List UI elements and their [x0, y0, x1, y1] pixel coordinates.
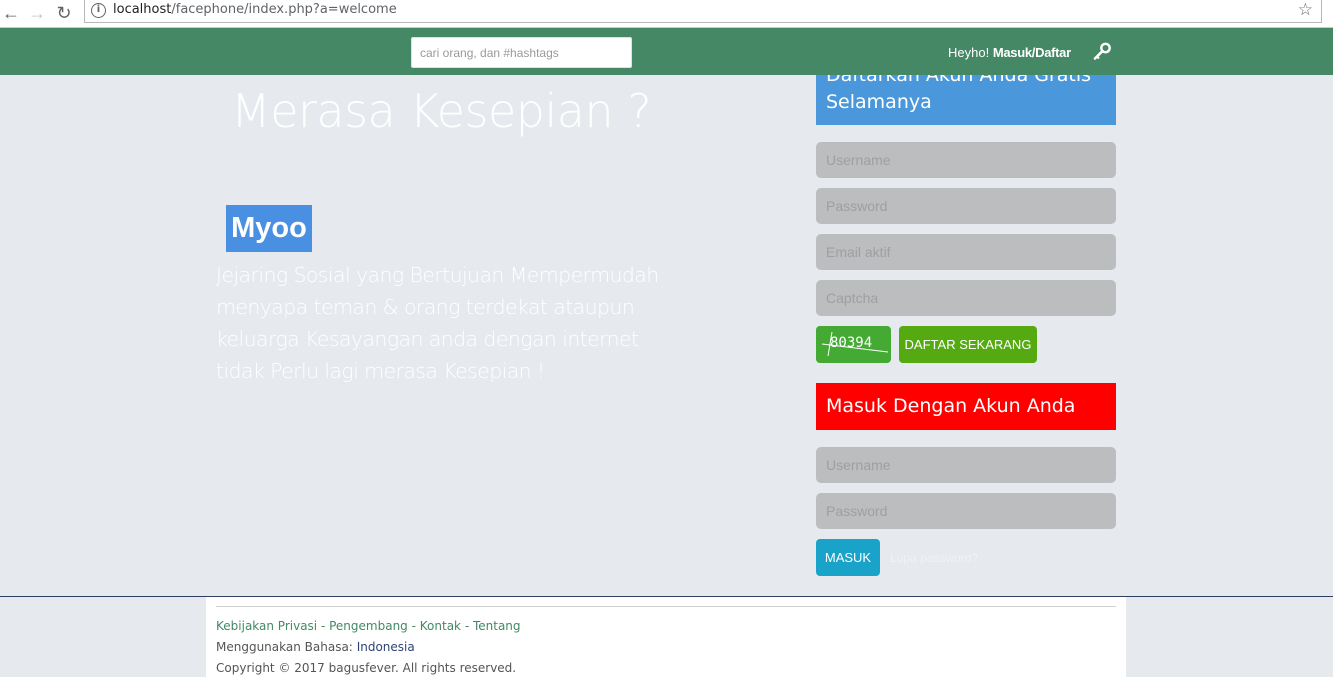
footer-copyright: Copyright © 2017 bagusfever. All rights … — [216, 661, 517, 675]
info-icon[interactable]: i — [91, 3, 106, 18]
search-input[interactable] — [411, 37, 632, 68]
hero-description: Jejaring Sosial yang Bertujuan Mempermud… — [216, 263, 659, 383]
back-arrow-icon[interactable]: ← — [0, 2, 22, 24]
login-button[interactable]: MASUK — [816, 539, 880, 576]
captcha-image: 80394 — [816, 326, 891, 363]
key-icon[interactable] — [1092, 42, 1112, 60]
forward-arrow-icon[interactable]: → — [26, 2, 48, 24]
browser-toolbar: ← → ↻ i localhost/facephone/index.php?a=… — [0, 0, 1333, 28]
forgot-password-link[interactable]: Lupa password? — [890, 551, 978, 565]
reload-icon[interactable]: ↻ — [53, 2, 75, 24]
address-bar[interactable]: i localhost/facephone/index.php?a=welcom… — [84, 0, 1322, 23]
login-panel-title: Masuk Dengan Akun Anda — [816, 383, 1116, 430]
greeting-text: Heyho! — [948, 45, 990, 60]
footer-link-privacy[interactable]: Kebijakan Privasi — [216, 619, 317, 633]
footer-link-about[interactable]: Tentang — [473, 619, 521, 633]
footer: Kebijakan Privasi - Pengembang - Kontak … — [206, 597, 1126, 677]
login-password-input[interactable] — [816, 493, 1116, 529]
user-greeting: Heyho! Masuk/Daftar — [948, 45, 1071, 60]
captcha-code: 80394 — [830, 335, 873, 351]
login-username-input[interactable] — [816, 447, 1116, 483]
footer-link-developer[interactable]: Pengembang — [329, 619, 408, 633]
footer-separator: - — [407, 619, 420, 633]
footer-link-contact[interactable]: Kontak — [420, 619, 461, 633]
footer-rule — [216, 606, 1116, 607]
login-register-link[interactable]: Masuk/Daftar — [993, 45, 1071, 60]
brand-logo: Myoo — [226, 205, 312, 252]
language-link[interactable]: Indonesia — [357, 640, 415, 654]
register-captcha-input[interactable] — [816, 280, 1116, 316]
footer-language: Menggunakan Bahasa: Indonesia — [216, 640, 415, 654]
register-username-input[interactable] — [816, 142, 1116, 178]
url-text[interactable]: localhost/facephone/index.php?a=welcome — [113, 2, 397, 17]
url-host: localhost — [113, 2, 172, 17]
bookmark-star-icon[interactable]: ☆ — [1298, 0, 1313, 20]
register-title-text: Daftarkan Akun Anda Gratis Selamanya — [826, 75, 1092, 113]
register-password-input[interactable] — [816, 188, 1116, 224]
footer-separator: - — [317, 619, 330, 633]
hero-title: Merasa Kesepian ? — [231, 84, 652, 138]
footer-links: Kebijakan Privasi - Pengembang - Kontak … — [216, 619, 521, 633]
site-header: Heyho! Masuk/Daftar — [0, 28, 1333, 75]
footer-separator: - — [461, 619, 473, 633]
register-button[interactable]: DAFTAR SEKARANG — [899, 326, 1037, 363]
register-email-input[interactable] — [816, 234, 1116, 270]
language-label: Menggunakan Bahasa: — [216, 640, 353, 654]
register-panel-title: Daftarkan Akun Anda Gratis Selamanya — [816, 75, 1116, 125]
url-path: /facephone/index.php?a=welcome — [171, 2, 397, 17]
